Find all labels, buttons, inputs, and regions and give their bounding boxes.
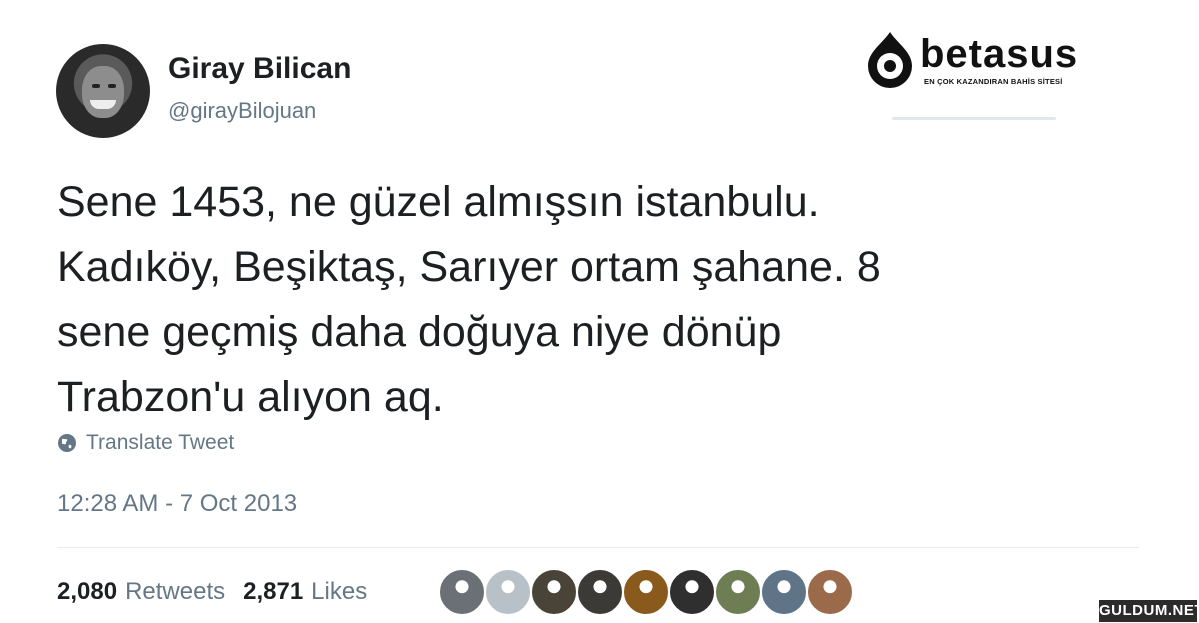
likes-label[interactable]: Likes [311,578,367,606]
site-watermark: GULDUM.NET [1099,600,1199,622]
retweets-label[interactable]: Retweets [125,578,225,606]
liker-avatar[interactable] [484,568,532,616]
tweet-line: Sene 1453, ne güzel almışsın istanbulu. [57,178,820,226]
liker-avatar[interactable] [668,568,716,616]
retweets-count[interactable]: 2,080 [57,578,117,606]
likes-count[interactable]: 2,871 [243,578,303,606]
author-handle[interactable]: @girayBilojuan [168,98,316,124]
translate-label: Translate Tweet [86,431,235,454]
tweet-line: Trabzon'u alıyon aq. [57,373,444,421]
avatar-eye-left [92,84,100,88]
divider [57,547,1139,548]
liker-avatar[interactable] [714,568,762,616]
author-avatar[interactable] [56,44,150,138]
follow-button-edge[interactable] [892,117,1056,120]
avatar-face [82,66,124,118]
liker-avatar[interactable] [806,568,854,616]
betasus-logo: betasus EN ÇOK KAZANDIRAN BAHİS SİTESİ [864,28,1084,90]
tweet-timestamp[interactable]: 12:28 AM - 7 Oct 2013 [57,490,297,518]
tweet-line: Kadıköy, Beşiktaş, Sarıyer ortam şahane.… [57,243,881,291]
tweet-text: Sene 1453, ne güzel almışsın istanbulu. … [57,170,1117,430]
liker-avatar[interactable] [438,568,486,616]
avatar-eye-right [108,84,116,88]
liker-avatar[interactable] [576,568,624,616]
logo-tagline: EN ÇOK KAZANDIRAN BAHİS SİTESİ [924,77,1063,86]
logo-wordmark: betasus [920,32,1079,76]
logo-mark-icon [868,32,912,88]
tweet-stats: 2,080 Retweets 2,871 Likes [57,578,385,606]
liker-avatars [438,568,854,616]
globe-icon [58,434,76,452]
liker-avatar[interactable] [760,568,808,616]
liker-avatar[interactable] [530,568,578,616]
author-name[interactable]: Giray Bilican [168,52,351,86]
translate-tweet-button[interactable]: Translate Tweet [57,431,234,455]
liker-avatar[interactable] [622,568,670,616]
tweet-line: sene geçmiş daha doğuya niye dönüp [57,308,782,356]
